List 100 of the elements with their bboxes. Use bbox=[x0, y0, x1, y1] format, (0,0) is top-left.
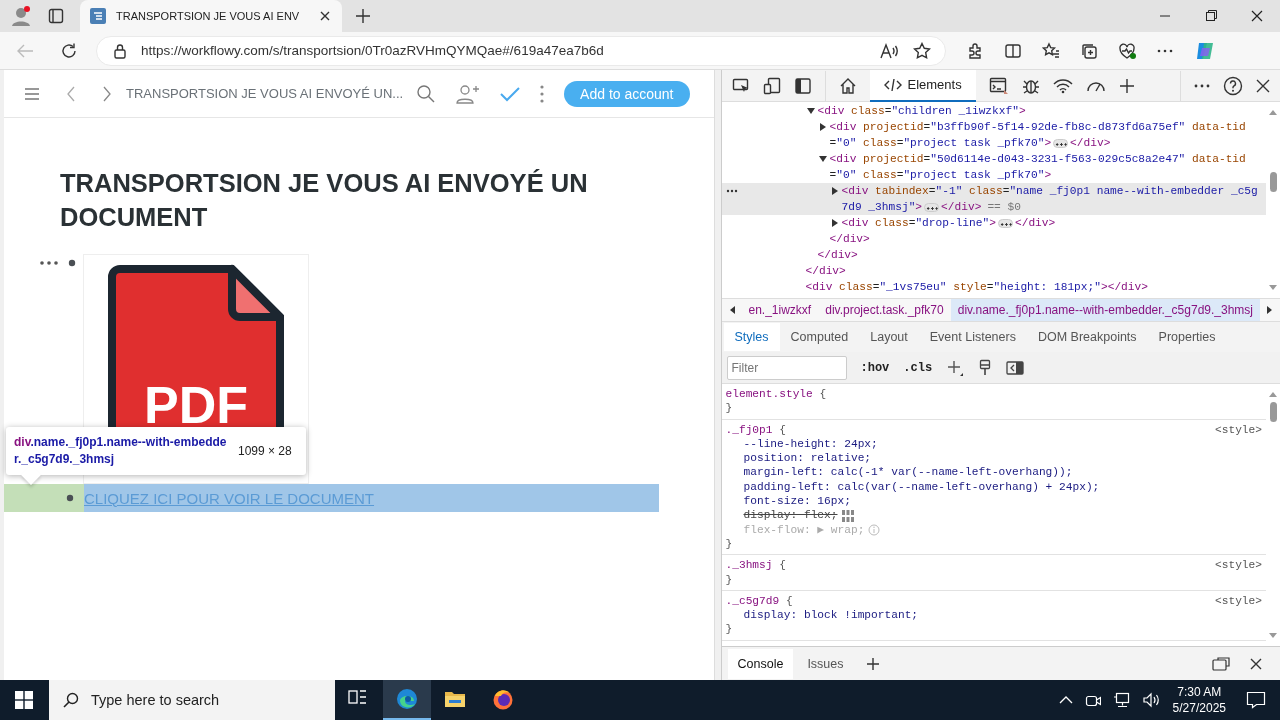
caret-icon[interactable] bbox=[830, 219, 839, 227]
more-vertical-icon[interactable] bbox=[540, 84, 545, 103]
breadcrumb-item[interactable]: div.project.task._pfk70 bbox=[818, 299, 951, 321]
dom-row[interactable]: <div projectid="50d6114e-d043-3231-f563-029c5c8a2e47" data-tid="0" class="project task _pfk70"> bbox=[721, 151, 1266, 183]
more-icon[interactable] bbox=[725, 189, 738, 193]
dom-row[interactable]: <div class="children _1iwzkxf"> bbox=[721, 103, 1266, 119]
panel-tab[interactable]: Styles bbox=[723, 323, 780, 351]
new-rule-icon[interactable] bbox=[946, 358, 965, 377]
toggle-button[interactable]: .cls bbox=[903, 360, 933, 375]
check-icon[interactable] bbox=[500, 85, 521, 102]
caret-icon[interactable] bbox=[830, 187, 839, 195]
panel-tab[interactable]: Layout bbox=[859, 323, 919, 351]
dom-row[interactable]: <div projectid="b3ffb90f-5f14-92de-fb8c-d873fd6a75ef" data-tid="0" class="project task _pfk70"> </div> bbox=[721, 119, 1266, 151]
toggle-button[interactable]: :hov bbox=[860, 360, 890, 375]
console-icon[interactable] bbox=[988, 76, 1009, 95]
read-aloud-icon[interactable] bbox=[879, 42, 899, 59]
plus-icon[interactable] bbox=[1118, 77, 1135, 94]
device-icon[interactable] bbox=[762, 76, 781, 95]
code-line: <div class="drop-line"> </div> bbox=[841, 216, 1057, 231]
panel-tab[interactable]: DOM Breakpoints bbox=[1026, 323, 1148, 351]
tab-actions-icon[interactable] bbox=[48, 8, 64, 24]
notification-icon[interactable] bbox=[1246, 691, 1266, 709]
split-screen-icon[interactable] bbox=[1004, 41, 1022, 60]
forward-icon[interactable] bbox=[102, 85, 112, 102]
close-icon[interactable] bbox=[1250, 657, 1262, 670]
panel-tab[interactable]: Event Listeners bbox=[918, 323, 1027, 351]
scroll-up-icon[interactable] bbox=[1268, 390, 1278, 398]
sidebar-toggle-icon[interactable] bbox=[1006, 360, 1025, 375]
paint-brush-icon[interactable] bbox=[978, 358, 993, 377]
elements-tab[interactable]: Elements bbox=[869, 69, 976, 102]
panel-tab[interactable]: Computed bbox=[779, 323, 860, 351]
reload-icon[interactable] bbox=[60, 41, 78, 60]
panel-tab[interactable]: Properties bbox=[1147, 323, 1227, 351]
caret-icon[interactable] bbox=[818, 155, 827, 163]
profile-icon[interactable] bbox=[10, 5, 32, 27]
plus-icon[interactable] bbox=[865, 656, 880, 671]
wifi-icon[interactable] bbox=[1052, 77, 1073, 94]
css-declaration: margin-left: calc(-1* var(--name-left-overhang)); bbox=[743, 465, 1073, 480]
clock-date[interactable]: 5/27/2025 bbox=[1172, 700, 1226, 716]
bullet-icon[interactable] bbox=[68, 259, 76, 267]
source-link[interactable]: <style> bbox=[1215, 593, 1262, 609]
search-icon[interactable] bbox=[416, 83, 437, 104]
heart-pulse-icon[interactable] bbox=[1118, 41, 1136, 60]
scroll-right-icon[interactable] bbox=[1266, 305, 1274, 315]
css-selector: ._3hmsj { bbox=[725, 558, 786, 573]
star-icon[interactable] bbox=[913, 41, 931, 60]
volume-icon[interactable] bbox=[1142, 692, 1161, 708]
bullet-icon[interactable] bbox=[66, 494, 74, 502]
chevron-up-icon[interactable] bbox=[1058, 695, 1073, 705]
url-text: https://workflowy.com/s/transportsion/0Tr0azRVHmQYMQae#/619a47ea7b6d bbox=[141, 43, 604, 58]
code-line: <div tabindex="-1" class="name _fj0p1 name--with-embedder _c5g7d9 _3hmsj"> </div> == $0 bbox=[841, 184, 1259, 215]
new-tab-icon[interactable] bbox=[356, 9, 370, 23]
help-icon[interactable] bbox=[1223, 75, 1243, 96]
css-declaration: display: block !important; bbox=[743, 608, 919, 623]
more-icon[interactable] bbox=[1194, 83, 1210, 88]
code-line: <div class="_1vs75eu" style="height: 181px;"></div> bbox=[805, 280, 1149, 295]
collections-icon[interactable] bbox=[1080, 41, 1098, 60]
filter-field[interactable]: Filter bbox=[726, 355, 847, 380]
css-declaration: position: relative; bbox=[743, 451, 872, 466]
code-line: <div projectid="b3ffb90f-5f14-92de-fb8c-d873fd6a75ef" data-tid="0" class="project task _pfk70"> </div> bbox=[829, 120, 1247, 151]
element-size: 1099 × 28 bbox=[238, 444, 292, 458]
source-link[interactable]: <style> bbox=[1215, 558, 1262, 573]
undock-icon[interactable] bbox=[1212, 656, 1230, 671]
taskbar-search-field[interactable]: Type here to search bbox=[49, 680, 335, 720]
code-line: </div> bbox=[805, 264, 847, 279]
breadcrumb-item[interactable]: en._1iwzkxf bbox=[741, 299, 819, 321]
address-field[interactable]: https://workflowy.com/s/transportsion/0Tr0azRVHmQYMQae#/619a47ea7b6d bbox=[96, 35, 946, 66]
scroll-down-icon[interactable] bbox=[1268, 284, 1278, 292]
add-person-icon[interactable] bbox=[456, 83, 481, 104]
source-link[interactable]: <style> bbox=[1215, 422, 1262, 437]
close-icon[interactable] bbox=[320, 11, 330, 21]
favorites-icon[interactable] bbox=[1042, 41, 1060, 60]
network-icon[interactable] bbox=[1112, 692, 1131, 708]
extensions-icon[interactable] bbox=[966, 41, 984, 60]
code-line: <div class="children _1iwzkxf"> bbox=[817, 104, 1027, 119]
drawer-tab[interactable]: Issues bbox=[797, 648, 854, 679]
closing-brace: } bbox=[725, 622, 734, 637]
breadcrumb-item[interactable]: div.name._fj0p1.name--with-embedder._c5g7d9._3hmsj bbox=[950, 299, 1260, 321]
code-line: </div> bbox=[829, 232, 871, 247]
caret-icon[interactable] bbox=[818, 123, 827, 131]
scrollbar-thumb[interactable] bbox=[1269, 172, 1277, 192]
scroll-down-icon[interactable] bbox=[1268, 632, 1278, 640]
taskbar-button[interactable] bbox=[383, 680, 431, 720]
home-icon[interactable] bbox=[838, 76, 857, 95]
breadcrumb-link[interactable]: TRANSPORTSION JE VOUS AI ENVOYÉ UN... bbox=[126, 86, 404, 101]
browser-tab[interactable]: TRANSPORTSION JE VOUS AI ENV bbox=[80, 0, 342, 32]
grid-editor-icon[interactable] bbox=[841, 509, 854, 522]
menu-icon[interactable] bbox=[24, 86, 40, 101]
drag-handle-icon[interactable] bbox=[40, 261, 58, 265]
scroll-up-icon[interactable] bbox=[1268, 108, 1278, 116]
dock-side-icon[interactable] bbox=[793, 76, 812, 95]
close-icon[interactable] bbox=[1256, 78, 1270, 93]
caret-icon[interactable] bbox=[806, 107, 815, 115]
drawer-tab[interactable]: Console bbox=[727, 648, 794, 679]
scrollbar-thumb[interactable] bbox=[1269, 402, 1277, 422]
dom-row[interactable]: <div tabindex="-1" class="name _fj0p1 name--with-embedder _c5g7d9 _3hmsj"> </div> == $0 bbox=[721, 183, 1266, 215]
dom-row[interactable]: <div class="drop-line"> </div> bbox=[721, 215, 1266, 231]
clock-time[interactable]: 7:30 AM bbox=[1177, 684, 1222, 700]
windows-icon[interactable] bbox=[15, 691, 33, 709]
page-title: TRANSPORTSION JE VOUS AI ENVOYÉ UN DOCUMENT bbox=[60, 168, 589, 233]
